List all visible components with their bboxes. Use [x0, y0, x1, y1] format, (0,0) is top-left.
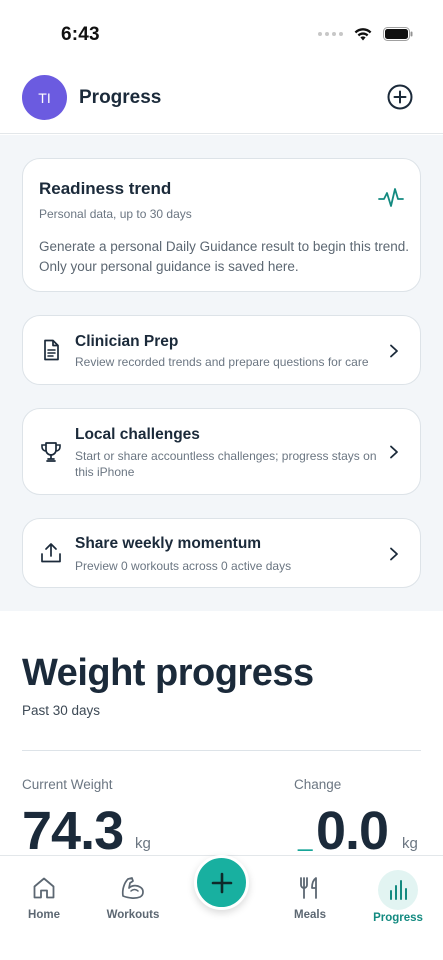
home-icon [30, 874, 58, 902]
app-header: TI Progress [0, 64, 443, 134]
local-challenges-title: Local challenges [75, 426, 200, 443]
clinician-prep-subtitle: Review recorded trends and prepare quest… [75, 355, 369, 369]
share-momentum-subtitle: Preview 0 workouts across 0 active days [75, 559, 292, 573]
add-circle-button[interactable] [387, 84, 413, 110]
local-challenges-card[interactable]: Local challenges Start or share accountl… [22, 408, 421, 495]
chevron-right-icon [390, 445, 398, 459]
tab-workouts[interactable]: Workouts [93, 856, 173, 936]
tab-home[interactable]: Home [4, 856, 84, 936]
change-value: 0.0 [316, 801, 389, 861]
plus-icon [211, 872, 232, 893]
readiness-subtitle: Personal data, up to 30 days [39, 207, 192, 221]
change-unit: kg [402, 835, 418, 852]
readiness-body: Generate a personal Daily Guidance resul… [39, 239, 409, 274]
tab-bar: Home Workouts Meals Progress [0, 855, 443, 960]
clinician-prep-title: Clinician Prep [75, 333, 179, 350]
tab-meals-label: Meals [294, 909, 326, 921]
clinician-prep-card[interactable]: Clinician Prep Review recorded trends an… [22, 315, 421, 385]
tab-progress[interactable]: Progress [358, 856, 438, 936]
current-weight-value: 74.3 [22, 801, 124, 861]
weight-period: Past 30 days [22, 703, 101, 718]
document-icon [44, 339, 59, 361]
fork-knife-icon [296, 874, 324, 902]
tab-workouts-label: Workouts [106, 909, 160, 921]
wifi-icon [354, 28, 372, 41]
bicep-icon [119, 874, 147, 902]
change-label: Change [294, 777, 342, 792]
tab-meals[interactable]: Meals [270, 856, 350, 936]
readiness-trend-card: Readiness trend Personal data, up to 30 … [22, 158, 421, 292]
tab-home-label: Home [28, 909, 60, 921]
weight-progress-heading: Weight progress [22, 652, 314, 694]
chevron-right-icon [390, 547, 398, 561]
chevron-right-icon [390, 344, 398, 358]
add-entry-fab[interactable] [194, 855, 249, 910]
pulse-icon [378, 188, 404, 207]
status-bar: 6:43 [0, 0, 443, 64]
status-time: 6:43 [61, 24, 100, 45]
status-icons [318, 26, 413, 41]
divider [22, 750, 421, 751]
readiness-title: Readiness trend [39, 179, 172, 198]
share-icon [41, 543, 61, 563]
avatar[interactable]: TI [22, 75, 67, 120]
trophy-icon [41, 442, 61, 462]
cellular-signal-icon [318, 31, 343, 36]
local-challenges-subtitle: Start or share accountless challenges; p… [75, 449, 377, 479]
current-weight-label: Current Weight [22, 777, 113, 792]
bar-chart-icon [378, 870, 418, 910]
share-weekly-momentum-card[interactable]: Share weekly momentum Preview 0 workouts… [22, 518, 421, 588]
share-momentum-title: Share weekly momentum [75, 535, 262, 552]
change-sign: _ [298, 822, 313, 852]
tab-progress-label: Progress [373, 912, 423, 924]
page-title: Progress [79, 87, 162, 108]
current-weight-unit: kg [135, 835, 151, 852]
battery-icon [383, 26, 413, 41]
